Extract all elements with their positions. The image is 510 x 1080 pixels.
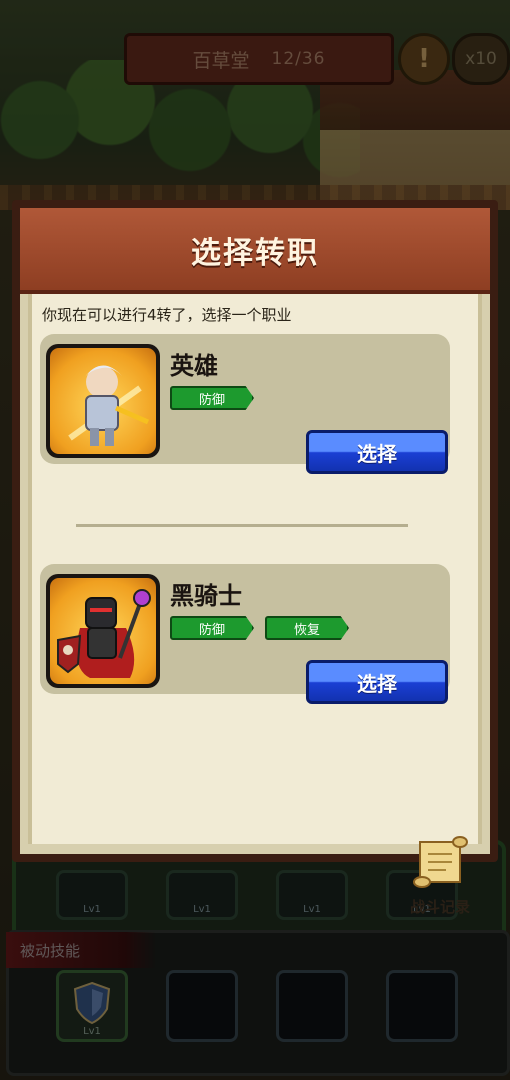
hero-portrait: [46, 344, 160, 458]
dark-knight-icon: [57, 589, 151, 678]
scroll-icon: [413, 836, 468, 888]
dialog-frame: 选择转职 你现在可以进行4转了，选择一个职业 英雄 防御 选择 黑骑士 防御 恢…: [20, 208, 490, 916]
divider: [76, 524, 408, 527]
job-change-dialog: 选择转职 你现在可以进行4转了，选择一个职业 英雄 防御 选择 黑骑士 防御 恢…: [12, 200, 498, 916]
job-name: 英雄: [170, 352, 218, 380]
select-hero-button[interactable]: 选择: [306, 430, 448, 474]
select-dark-knight-button[interactable]: 选择: [306, 660, 448, 704]
hero-knight-icon: [68, 365, 150, 446]
dialog-body: 你现在可以进行4转了，选择一个职业 英雄 防御 选择 黑骑士 防御 恢复 选择 …: [28, 294, 482, 916]
dark-knight-portrait: [46, 574, 160, 688]
dialog-header: 选择转职: [20, 208, 490, 294]
job-tag: 防御: [170, 386, 254, 410]
job-tag: 恢复: [265, 616, 349, 640]
job-card-hero: 英雄 防御 选择: [40, 334, 450, 474]
job-tag: 防御: [170, 616, 254, 640]
instruction-text: 你现在可以进行4转了，选择一个职业: [42, 306, 292, 324]
dialog-title: 选择转职: [191, 236, 319, 271]
job-name: 黑骑士: [170, 582, 242, 610]
job-card-dark-knight: 黑骑士 防御 恢复 选择: [40, 564, 450, 704]
battle-record-label: 战斗记录: [409, 898, 470, 916]
battle-record-button[interactable]: 战斗记录: [400, 834, 480, 917]
